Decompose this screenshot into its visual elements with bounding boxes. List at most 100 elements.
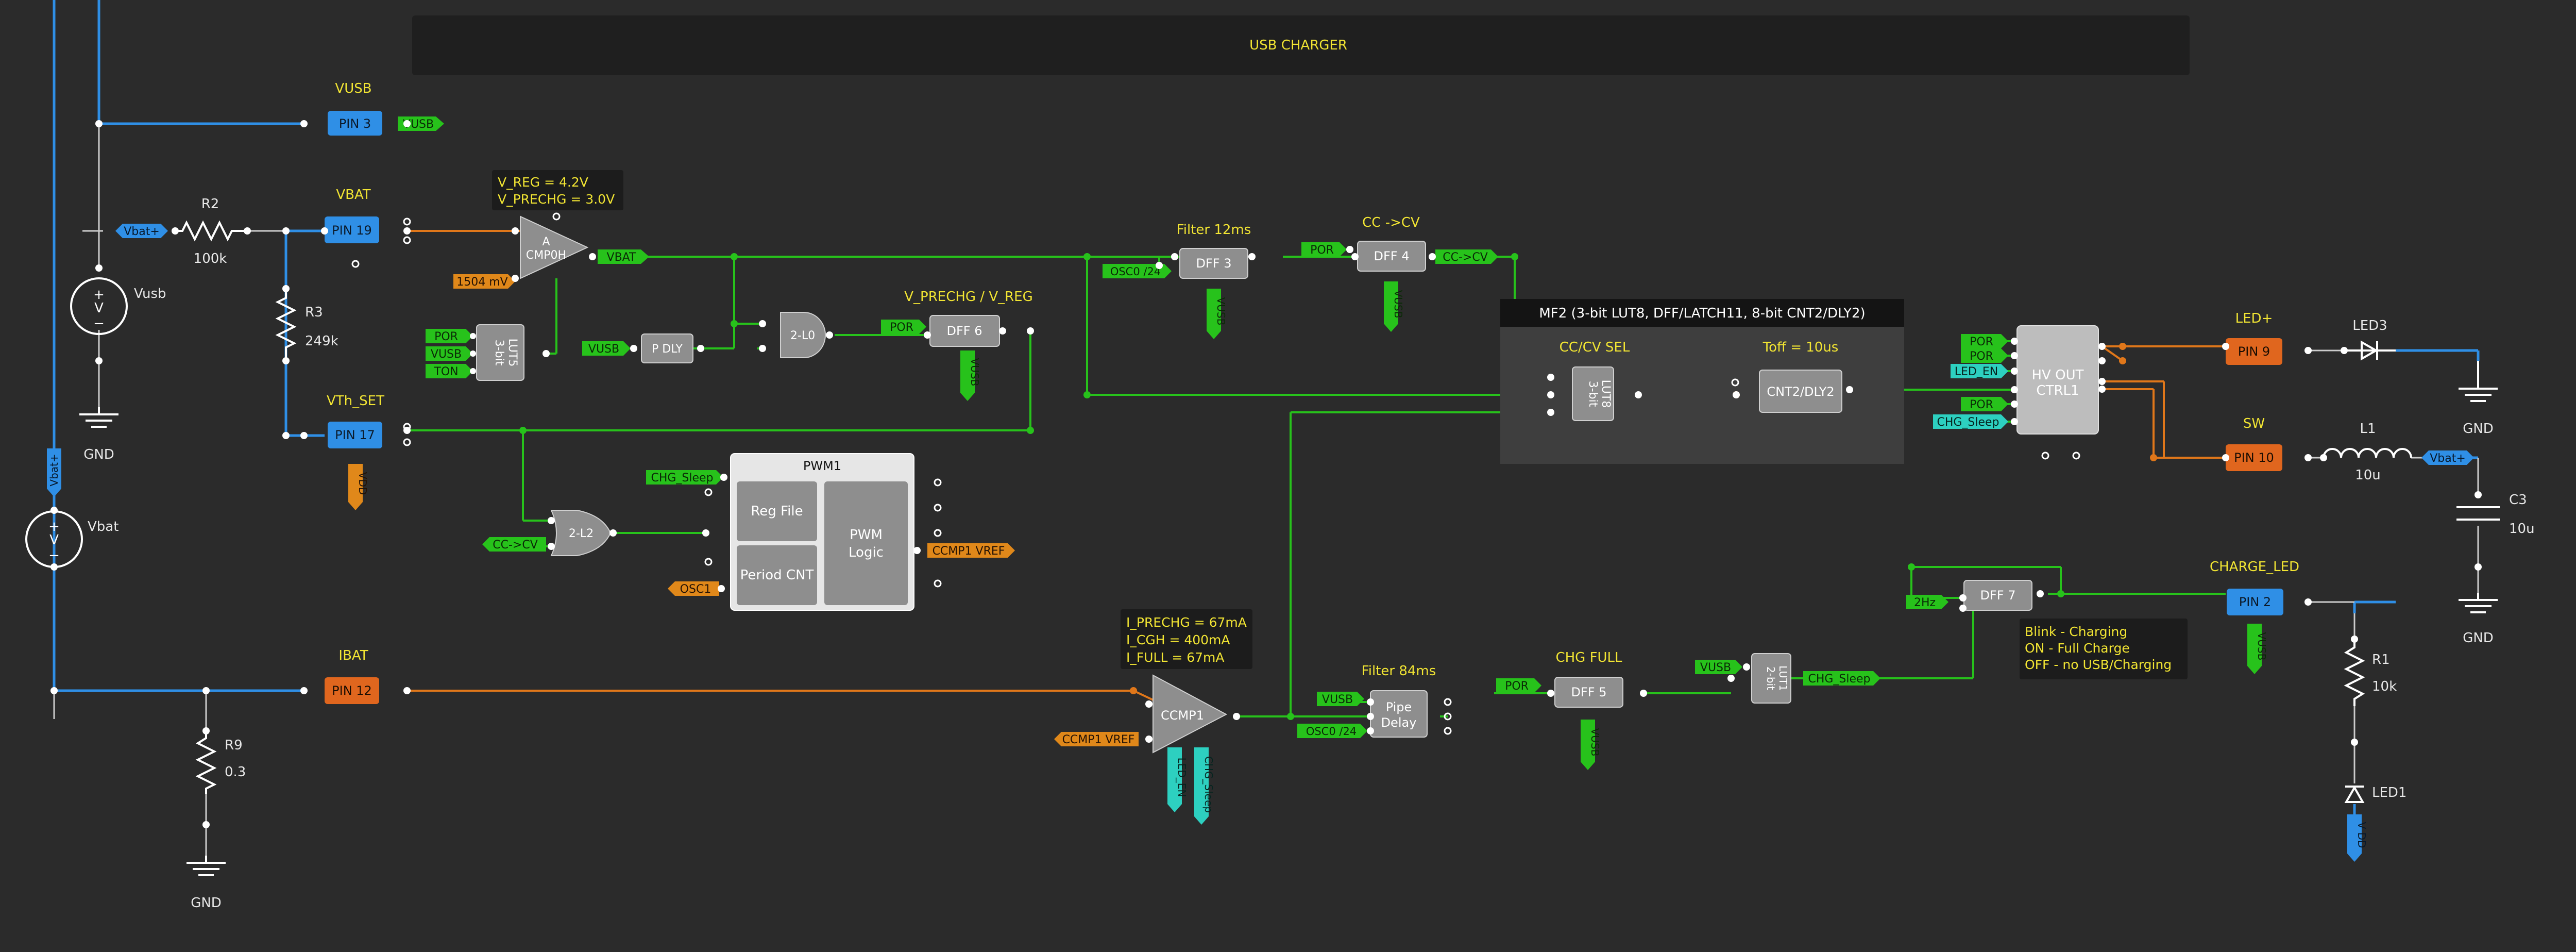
svg-text:POR: POR — [434, 330, 458, 343]
tag-ton-lut5: TON — [426, 364, 473, 378]
svg-text:PWM: PWM — [850, 527, 883, 543]
tag-osc1-pwm: OSC1 — [668, 581, 719, 596]
dff7-block[interactable]: DFF 7 — [1963, 580, 2032, 611]
svg-text:2-bit: 2-bit — [1765, 666, 1777, 690]
dff5-block[interactable]: DFF 5 — [1554, 677, 1623, 708]
dff3-block[interactable]: DFF 3 — [1179, 248, 1248, 279]
pwm-logic: PWM Logic — [824, 481, 908, 605]
lut8-block[interactable]: 3-bit LUT8 — [1572, 366, 1614, 421]
svg-text:CHG_Sleep: CHG_Sleep — [1808, 673, 1870, 686]
svg-text:CC->CV: CC->CV — [493, 539, 538, 552]
lut1-block[interactable]: 2-bit LUT1 — [1751, 653, 1791, 704]
tag-vbat-plus-vertical: Vbat+ — [47, 448, 61, 497]
white-wires — [53, 124, 2479, 856]
lut5-block[interactable]: 3-bit LUT5 — [476, 324, 524, 381]
svg-text:HV OUT: HV OUT — [2032, 368, 2084, 383]
pin-19[interactable]: VBAT PIN 19 — [325, 187, 379, 243]
svg-text:OSC1: OSC1 — [680, 583, 711, 596]
tag-vusb-pipe: VUSB — [1317, 692, 1364, 706]
svg-text:POR: POR — [1310, 244, 1334, 257]
pin-12[interactable]: IBAT PIN 12 — [325, 648, 379, 704]
tag-por-dff6: POR — [881, 320, 926, 334]
svg-text:0.3: 0.3 — [225, 764, 246, 780]
mf2-macrocell: MF2 (3-bit LUT8, DFF/LATCH11, 8-bit CNT2… — [1500, 299, 1904, 464]
svg-text:10u: 10u — [2355, 467, 2381, 483]
orange-wires — [407, 230, 2226, 705]
svg-text:I_PRECHG = 67mA: I_PRECHG = 67mA — [1126, 615, 1247, 630]
tag-cccv-out: CC->CV — [1435, 249, 1498, 264]
pdly-block[interactable]: P DLY — [641, 333, 693, 363]
tag-led-en-hv: LED_EN — [1951, 364, 2008, 378]
svg-text:Vbat+: Vbat+ — [48, 454, 60, 486]
tag-chg-sleep-hv: CHG_Sleep — [1933, 414, 2008, 429]
svg-text:VDD: VDD — [357, 472, 369, 495]
pin19-label: PIN 19 — [332, 223, 372, 238]
tag-osc0-pipe: OSC0 /24 — [1297, 724, 1367, 738]
gnd-left: GND — [78, 406, 120, 462]
svg-text:Vbat: Vbat — [88, 519, 118, 535]
pin10-name: SW — [2243, 416, 2265, 431]
tag-por-lut5: POR — [426, 329, 473, 343]
pipe-delay-block[interactable]: Pipe Delay — [1370, 690, 1428, 738]
svg-text:POR: POR — [1970, 398, 1993, 411]
pin2-label: PIN 2 — [2239, 595, 2271, 609]
tag-ccmp1-vref-out: CCMP1 VREF — [927, 543, 1015, 558]
svg-text:C3: C3 — [2509, 492, 2527, 508]
wire-end-dots — [50, 120, 2482, 828]
gnd-c3: GND — [2458, 592, 2499, 646]
hv-out-ctrl1-block[interactable]: HV OUT CTRL1 — [2016, 325, 2099, 435]
pin-2[interactable]: CHARGE_LED PIN 2 — [2210, 559, 2299, 615]
inductor-l1[interactable]: L1 10u — [2323, 421, 2412, 483]
svg-text:10k: 10k — [2372, 679, 2397, 694]
dff4-block[interactable]: DFF 4 — [1357, 241, 1426, 272]
svg-text:VUSB: VUSB — [969, 358, 981, 387]
svg-text:POR: POR — [1505, 680, 1529, 693]
svg-text:Delay: Delay — [1381, 715, 1417, 730]
capacitor-c3[interactable]: C3 10u — [2456, 492, 2535, 537]
svg-text:L1: L1 — [2360, 421, 2376, 437]
resistor-r2[interactable]: R2 100k — [175, 196, 247, 266]
svg-text:DFF 3: DFF 3 — [1196, 256, 1232, 271]
pin10-label: PIN 10 — [2234, 450, 2274, 465]
acmp0h-comparator[interactable]: A CMP0H — [520, 215, 589, 279]
svg-text:CCMP1: CCMP1 — [1161, 708, 1204, 723]
led3-diode[interactable]: LED3 — [2344, 318, 2396, 361]
tag-led-en-ccmp: LED_EN — [1167, 747, 1188, 812]
vreg-annotation: V_REG = 4.2V V_PRECHG = 3.0V — [492, 170, 623, 210]
dff6-block[interactable]: DFF 6 — [929, 315, 1000, 347]
pin-10[interactable]: SW PIN 10 — [2226, 416, 2282, 471]
svg-text:10u: 10u — [2509, 521, 2535, 537]
tag-por-dff4: POR — [1301, 242, 1347, 257]
svg-text:−: − — [48, 548, 60, 563]
svg-text:LUT1: LUT1 — [1777, 665, 1789, 691]
vusb-voltage-source[interactable]: + V − Vusb — [70, 277, 166, 335]
svg-text:CMP0H: CMP0H — [526, 249, 566, 262]
tag-vdd-led1: V DD — [2347, 814, 2368, 862]
svg-text:249k: 249k — [305, 333, 338, 349]
tag-vusb-lut1: VUSB — [1695, 660, 1742, 674]
svg-text:P DLY: P DLY — [652, 343, 683, 356]
svg-text:VUSB: VUSB — [1700, 661, 1731, 674]
l0-gate[interactable]: 2-L0 — [780, 312, 826, 358]
led1-diode[interactable]: LED1 — [2344, 785, 2406, 803]
resistor-r1[interactable]: R1 10k — [2344, 639, 2397, 706]
pin-9[interactable]: LED+ PIN 9 — [2226, 311, 2282, 365]
pin9-label: PIN 9 — [2238, 344, 2270, 359]
l2-gate[interactable]: 2-L2 — [550, 510, 612, 556]
pwm1-block[interactable]: PWM1 Reg File Period CNT PWM Logic — [730, 453, 914, 611]
pin-17[interactable]: VTh_SET PIN 17 — [327, 393, 384, 448]
svg-text:Vbat+: Vbat+ — [2430, 452, 2466, 465]
ccmp1-comparator[interactable]: CCMP1 — [1153, 674, 1228, 754]
svg-text:V_PRECHG = 3.0V: V_PRECHG = 3.0V — [498, 192, 615, 207]
green-wires — [407, 256, 2226, 717]
svg-text:I_FULL = 67mA: I_FULL = 67mA — [1126, 650, 1225, 665]
svg-text:VBAT: VBAT — [607, 251, 636, 264]
resistor-r9[interactable]: R9 0.3 — [195, 731, 246, 794]
cnt2-dly2-block[interactable]: CNT2/DLY2 — [1759, 370, 1842, 413]
tag-por-hv2: POR — [1961, 348, 2008, 363]
svg-text:TON: TON — [433, 365, 458, 378]
svg-text:R9: R9 — [225, 738, 243, 753]
svg-text:VUSB: VUSB — [588, 343, 619, 356]
pin-3[interactable]: VUSB PIN 3 — [328, 81, 382, 136]
vbat-voltage-source[interactable]: + V − Vbat — [25, 510, 118, 568]
